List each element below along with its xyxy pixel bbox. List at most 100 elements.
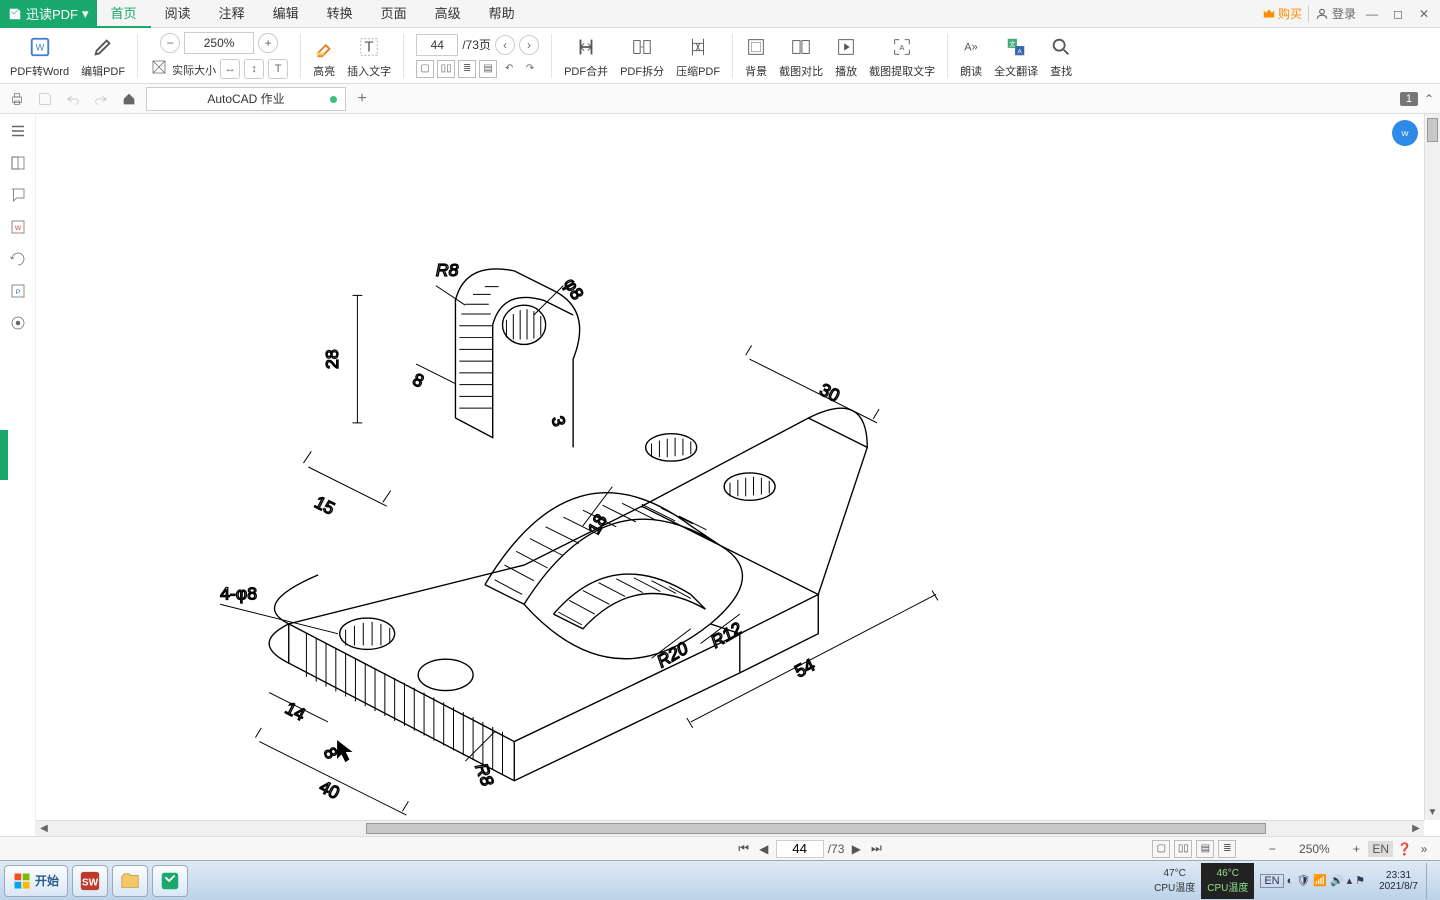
tray-icon-sound[interactable]: 🔊: [1330, 874, 1344, 887]
cpu-temp-1[interactable]: 47°C CPU温度: [1148, 863, 1201, 899]
menu-home[interactable]: 首页: [97, 0, 151, 28]
next-page-button-status[interactable]: ▶: [848, 841, 864, 857]
notification-badge[interactable]: 1: [1400, 92, 1418, 106]
translate-button[interactable]: 文A 全文翻译: [990, 28, 1042, 84]
menu-read[interactable]: 阅读: [151, 0, 205, 28]
menu-page[interactable]: 页面: [367, 0, 421, 28]
scroll-left-button[interactable]: ◀: [36, 821, 52, 836]
app-dropdown-icon[interactable]: ▾: [82, 6, 89, 22]
zoom-in-button[interactable]: +: [258, 33, 278, 53]
document-viewport[interactable]: 28 R8 φ8 8 3 15 18 30 54 4-φ8 14 8 40 R8…: [36, 114, 1440, 836]
view-double-button[interactable]: ▯▯: [1174, 840, 1192, 858]
new-tab-button[interactable]: +: [352, 89, 372, 109]
record-button[interactable]: [7, 312, 29, 334]
fit-page-button[interactable]: T: [268, 59, 288, 79]
menu-convert[interactable]: 转换: [313, 0, 367, 28]
save-button[interactable]: [34, 88, 56, 110]
close-button[interactable]: ✕: [1414, 4, 1434, 24]
status-help-button[interactable]: ❓: [1397, 842, 1412, 856]
prev-page-button-status[interactable]: ◀: [756, 841, 772, 857]
cpu-temp-2[interactable]: 46°C CPU温度: [1201, 863, 1254, 899]
attachments-button[interactable]: P: [7, 280, 29, 302]
ocr-button[interactable]: A 截图提取文字: [865, 28, 939, 84]
scroll-down-button[interactable]: ▼: [1425, 804, 1440, 820]
last-page-button[interactable]: ⏭: [868, 841, 884, 857]
next-page-button[interactable]: ›: [519, 35, 539, 55]
floating-convert-button[interactable]: W: [1392, 120, 1418, 146]
taskbar-clock[interactable]: 23:31 2021/8/7: [1371, 870, 1426, 892]
play-button[interactable]: 播放: [831, 28, 861, 84]
status-zoom[interactable]: 250%: [1284, 842, 1344, 856]
hscroll-thumb[interactable]: [366, 823, 1266, 834]
rotate-ccw-button[interactable]: ↶: [500, 60, 518, 78]
task-pdfreader[interactable]: [152, 865, 188, 897]
vscroll-thumb[interactable]: [1427, 118, 1438, 142]
two-page-button[interactable]: ▯▯: [437, 60, 455, 78]
page-number-input[interactable]: 44: [416, 34, 458, 56]
edit-pdf-button[interactable]: 编辑PDF: [77, 28, 129, 84]
merge-button[interactable]: PDF合并: [560, 28, 612, 84]
status-arrows[interactable]: »: [1416, 841, 1432, 857]
split-button[interactable]: PDF拆分: [616, 28, 668, 84]
single-page-button[interactable]: ▢: [416, 60, 434, 78]
login[interactable]: 登录: [1315, 5, 1356, 22]
continuous-button[interactable]: ≣: [458, 60, 476, 78]
tray-icon-net[interactable]: 📶: [1313, 874, 1327, 887]
vip-buy[interactable]: 购买: [1262, 5, 1302, 22]
show-desktop-button[interactable]: [1426, 863, 1436, 899]
home-button[interactable]: [118, 88, 140, 110]
comments-button[interactable]: [7, 184, 29, 206]
scroll-right-button[interactable]: ▶: [1408, 821, 1424, 836]
refresh-button[interactable]: [7, 248, 29, 270]
horizontal-scrollbar[interactable]: ◀ ▶: [36, 820, 1424, 836]
tray-icon-generic[interactable]: ◐: [1287, 875, 1294, 887]
fit-height-button[interactable]: ↕: [244, 59, 264, 79]
tray-icon-shield[interactable]: 🛡: [1296, 874, 1310, 887]
read-aloud-button[interactable]: A» 朗读: [956, 28, 986, 84]
app-logo[interactable]: 迅读PDF ▾: [0, 0, 97, 28]
background-button[interactable]: 背景: [741, 28, 771, 84]
menu-advanced[interactable]: 高级: [421, 0, 475, 28]
undo-button[interactable]: [62, 88, 84, 110]
menu-help[interactable]: 帮助: [475, 0, 529, 28]
fit-icon[interactable]: [150, 58, 168, 79]
status-lang[interactable]: EN: [1368, 841, 1393, 857]
menu-edit[interactable]: 编辑: [259, 0, 313, 28]
zoom-out-button[interactable]: −: [160, 33, 180, 53]
find-button[interactable]: 查找: [1046, 28, 1076, 84]
view-single-button[interactable]: ▢: [1152, 840, 1170, 858]
task-solidworks[interactable]: SW: [72, 865, 108, 897]
start-button[interactable]: 开始: [4, 865, 68, 897]
menu-annotate[interactable]: 注释: [205, 0, 259, 28]
highlight-button[interactable]: 高亮: [309, 28, 339, 84]
task-explorer[interactable]: [112, 865, 148, 897]
view-continuous-button[interactable]: ≣: [1218, 840, 1236, 858]
zoom-out-status[interactable]: −: [1264, 841, 1280, 857]
zoom-in-status[interactable]: +: [1348, 841, 1364, 857]
print-button[interactable]: [6, 88, 28, 110]
collapse-ribbon-button[interactable]: ⌃: [1424, 92, 1434, 106]
zoom-value[interactable]: 250%: [184, 32, 254, 54]
tray-icon-chevron[interactable]: ▴: [1347, 874, 1353, 887]
rotate-cw-button[interactable]: ↷: [521, 60, 539, 78]
vertical-scrollbar[interactable]: ▲ ▼: [1424, 114, 1440, 820]
bookmarks-button[interactable]: W: [7, 216, 29, 238]
compare-button[interactable]: 截图对比: [775, 28, 827, 84]
minimize-button[interactable]: —: [1362, 4, 1382, 24]
thumbnails-button[interactable]: [7, 152, 29, 174]
book-view-button[interactable]: ▤: [479, 60, 497, 78]
compress-button[interactable]: 压缩PDF: [672, 28, 724, 84]
status-page-input[interactable]: [776, 840, 824, 858]
maximize-button[interactable]: ◻: [1388, 4, 1408, 24]
insert-text-button[interactable]: T 插入文字: [343, 28, 395, 84]
fit-width-button[interactable]: ↔: [220, 59, 240, 79]
document-canvas[interactable]: 28 R8 φ8 8 3 15 18 30 54 4-φ8 14 8 40 R8…: [36, 114, 1424, 820]
tray-icons[interactable]: EN ◐ 🛡 📶 🔊 ▴ ⚑: [1254, 874, 1371, 888]
document-tab[interactable]: AutoCAD 作业: [146, 87, 346, 111]
view-book-button[interactable]: ▤: [1196, 840, 1214, 858]
tray-icon-flag[interactable]: ⚑: [1355, 874, 1365, 887]
side-handle[interactable]: [0, 430, 8, 480]
redo-button[interactable]: [90, 88, 112, 110]
prev-page-button[interactable]: ‹: [495, 35, 515, 55]
pdf-to-word-button[interactable]: W PDF转Word: [6, 28, 73, 84]
